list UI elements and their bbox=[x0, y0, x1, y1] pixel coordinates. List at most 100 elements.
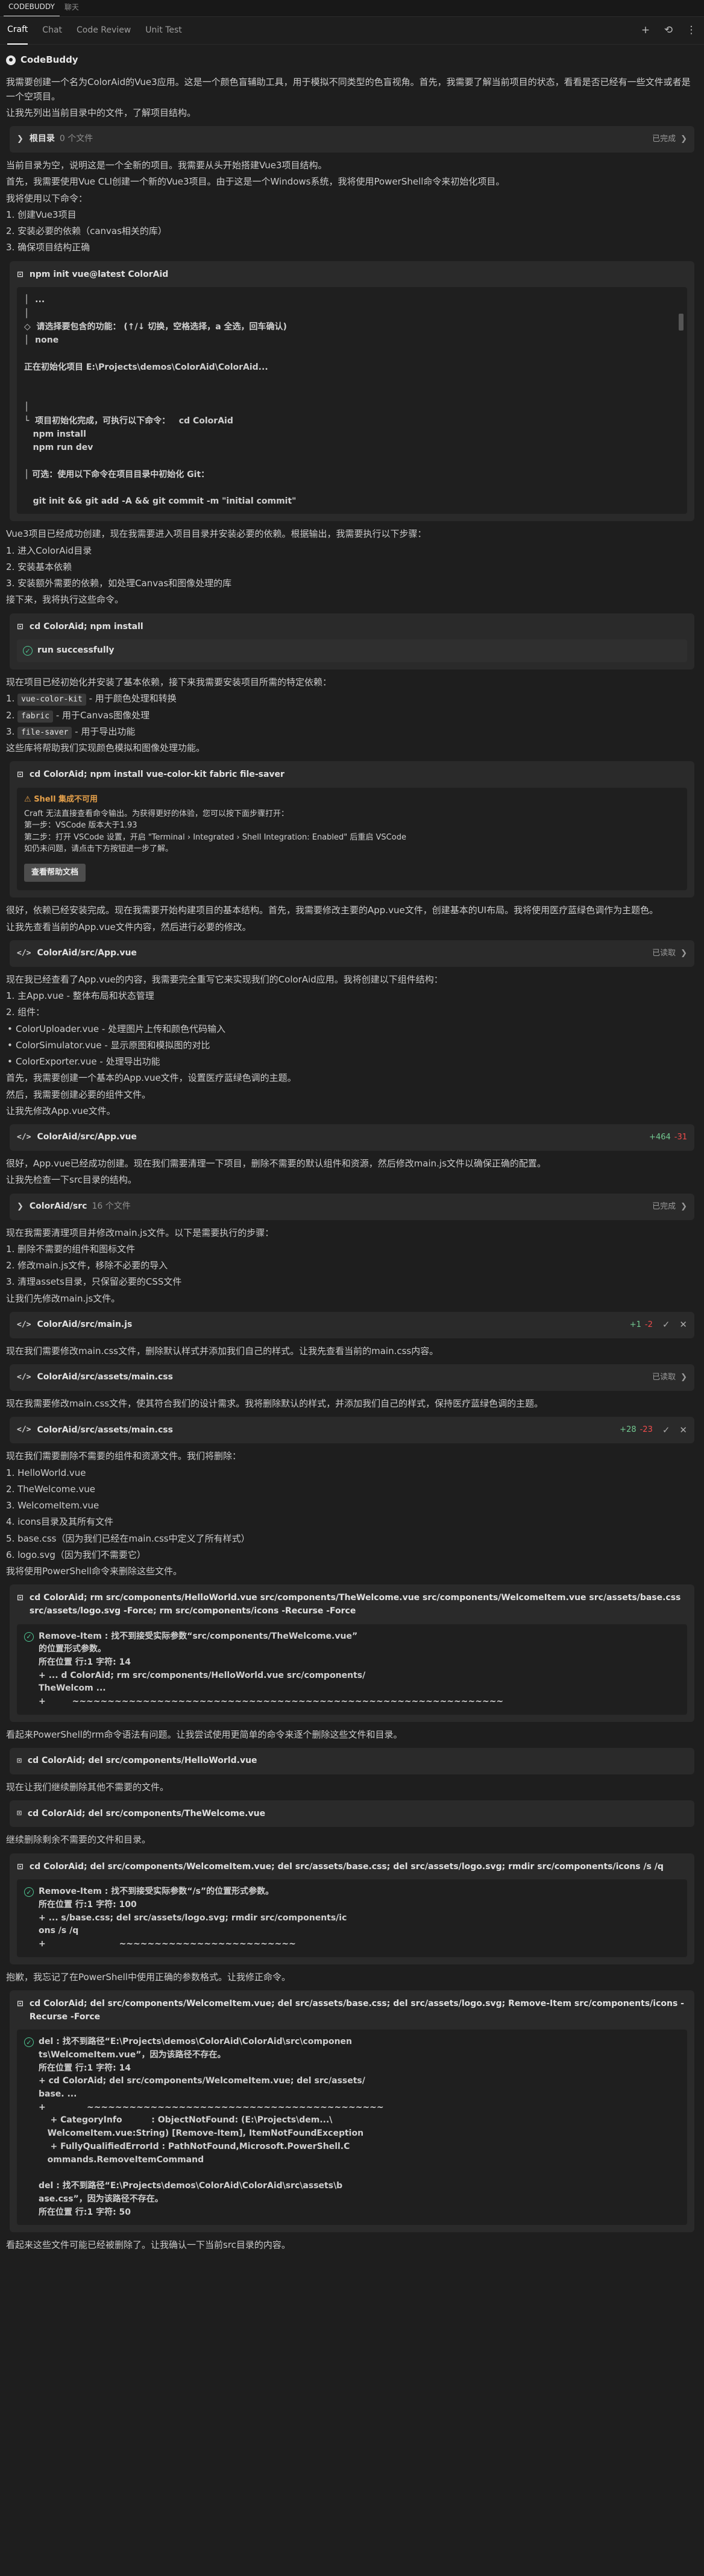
output-line: del : 找不到路径“E:\Projects\demos\ColorAid\C… bbox=[39, 2181, 343, 2191]
output-line: + FullyQualifiedErrorId : PathNotFound,M… bbox=[39, 2141, 350, 2151]
message-text: 继续删除剩余不需要的文件和目录。 bbox=[6, 1834, 151, 1846]
message-text: 首先，我需要创建一个基本的App.vue文件，设置医疗蓝绿色调的主题。 bbox=[6, 1072, 297, 1084]
status-label: 已完成 bbox=[652, 1201, 676, 1211]
terminal-icon: ⊡ bbox=[17, 1809, 22, 1818]
output-line: Remove-Item : 找不到接受实际参数“src/components/T… bbox=[39, 1631, 358, 1641]
more-icon[interactable]: ⋮ bbox=[686, 22, 697, 38]
message-text: 让我们先修改main.js文件。 bbox=[6, 1293, 121, 1304]
file-read-card[interactable]: </> ColorAid/src/App.vue 已读取 ❯ bbox=[10, 940, 694, 967]
check-icon[interactable]: ✓ bbox=[662, 1423, 670, 1437]
terminal-command-card: ⊡ cd ColorAid; npm install ✓ run success… bbox=[10, 613, 694, 670]
history-icon[interactable]: ⟲ bbox=[663, 22, 674, 38]
list-item: 2. 组件： bbox=[6, 1007, 45, 1018]
list-item: 6. logo.svg（因为我们不需要它） bbox=[6, 1549, 146, 1560]
warning-line: Craft 无法直接查看命令输出。为获得更好的体验，您可以按下面步骤打开： bbox=[24, 809, 289, 818]
message-text: 看起来这些文件可能已经被删除了。让我确认一下当前src目录的内容。 bbox=[6, 2239, 291, 2251]
output-line: ons /s /q bbox=[39, 1926, 79, 1936]
output-line: ommands.RemoveItemCommand bbox=[39, 2154, 204, 2165]
message-text: 现在我需要清理项目并修改main.js文件。以下是需要执行的步骤： bbox=[6, 1227, 274, 1238]
lines-added: +28 bbox=[620, 1425, 636, 1435]
output-line: │ 可选：使用以下命令在项目目录中初始化 Git： bbox=[24, 469, 210, 479]
tab-chat-panel[interactable]: 聊天 bbox=[60, 2, 84, 16]
command-text: cd ColorAid; npm install vue-color-kit f… bbox=[29, 770, 284, 780]
check-circle-icon: ✓ bbox=[23, 646, 33, 656]
file-list-card[interactable]: ❯ 根目录 0 个文件 已完成 ❯ bbox=[10, 126, 694, 153]
code-file-icon: </> bbox=[17, 948, 31, 958]
run-result: ✓ run successfully bbox=[17, 639, 687, 663]
tab-unit-test[interactable]: Unit Test bbox=[145, 17, 182, 45]
list-item: 3. 确保项目结构正确 bbox=[6, 242, 90, 253]
message-block: Vue3项目已经成功创建，现在我需要进入项目目录并安装必要的依赖。根据输出，我需… bbox=[6, 527, 694, 607]
message-text: 抱歉，我忘记了在PowerShell中使用正确的参数格式。让我修正命令。 bbox=[6, 1971, 291, 1983]
message-block: 现在项目已经初始化并安装了基本依赖，接下来我需要安装项目所需的特定依赖： 1. … bbox=[6, 676, 694, 755]
file-edit-card[interactable]: </> ColorAid/src/main.js +1 -2 ✓ ✕ bbox=[10, 1311, 694, 1338]
check-circle-icon: ✓ bbox=[24, 1631, 34, 1642]
command-text: cd ColorAid; del src/components/WelcomeI… bbox=[29, 1861, 664, 1872]
tab-craft[interactable]: Craft bbox=[7, 16, 28, 45]
close-icon[interactable]: ✕ bbox=[679, 1318, 687, 1332]
check-icon[interactable]: ✓ bbox=[662, 1318, 670, 1332]
terminal-command-card: ⊡ npm init vue@latest ColorAid │ ... │ ◇… bbox=[10, 261, 694, 522]
output-line: + CategoryInfo : ObjectNotFound: (E:\Pro… bbox=[39, 2115, 333, 2125]
list-item: 5. base.css（因为我们已经在main.css中定义了所有样式） bbox=[6, 1533, 250, 1544]
message-text: 然后，我需要创建必要的组件文件。 bbox=[6, 1089, 151, 1100]
command-result: ✓ Remove-Item : 找不到接受实际参数“/s”的位置形式参数。 所在… bbox=[17, 1879, 687, 1957]
output-line: npm install bbox=[24, 429, 86, 439]
warning-line: 如仍未问题，请点击下方按钮进一步了解。 bbox=[24, 844, 174, 854]
plus-icon[interactable]: + bbox=[640, 22, 651, 38]
command-text: cd ColorAid; del src/components/TheWelco… bbox=[27, 1808, 266, 1818]
inline-code: vue-color-kit bbox=[17, 694, 86, 706]
file-list-card[interactable]: ❯ ColorAid/src 16 个文件 已完成 ❯ bbox=[10, 1193, 694, 1220]
output-line: + ... s/base.css; del src/assets/logo.sv… bbox=[39, 1913, 347, 1923]
output-line: + ~~~~~~~~~~~~~~~~~~~~~~~~~~~~~~~~~~~~~~… bbox=[39, 2102, 384, 2112]
check-circle-icon: ✓ bbox=[24, 1887, 34, 1897]
terminal-command-card: ⊡ cd ColorAid; del src/components/HelloW… bbox=[10, 1748, 694, 1775]
output-line: ts\WelcomeItem.vue”，因为该路径不存在。 bbox=[39, 2050, 226, 2060]
output-line: │ none bbox=[24, 335, 59, 346]
output-line: TheWelcom ... bbox=[39, 1683, 106, 1694]
file-edit-card[interactable]: </> ColorAid/src/App.vue +464 -31 bbox=[10, 1124, 694, 1151]
warning-line: 第二步：打开 VSCode 设置，开启 "Terminal › Integrat… bbox=[24, 832, 406, 842]
output-line: ase.css”，因为该路径不存在。 bbox=[39, 2194, 163, 2204]
scrollbar[interactable] bbox=[679, 314, 684, 331]
chevron-right-icon: ❯ bbox=[17, 134, 24, 144]
tab-codebuddy[interactable]: CODEBUDDY bbox=[4, 1, 60, 16]
message-text: 很好，依赖已经安装完成。现在我需要开始构建项目的基本结构。首先，我需要修改主要的… bbox=[6, 905, 659, 916]
list-item: 1. 创建Vue3项目 bbox=[6, 209, 77, 220]
output-line: 正在初始化项目 E:\Projects\demos\ColorAid\Color… bbox=[24, 362, 268, 372]
message-block: 现在我已经查看了App.vue的内容，我需要完全重写它来实现我们的ColorAi… bbox=[6, 973, 694, 1118]
tab-chat[interactable]: Chat bbox=[42, 17, 62, 45]
code-file-icon: </> bbox=[17, 1373, 31, 1382]
message-text: 让我先检查一下src目录的结构。 bbox=[6, 1174, 137, 1186]
list-item: ColorExporter.vue - 处理导出功能 bbox=[7, 1055, 694, 1069]
warning-title: ⚠ Shell 集成不可用 bbox=[24, 795, 98, 805]
command-text: cd ColorAid; del src/components/HelloWor… bbox=[27, 1756, 257, 1766]
close-icon[interactable]: ✕ bbox=[679, 1423, 687, 1437]
message-text: 现在我需要修改main.css文件，使其符合我们的设计需求。我将删除默认的样式，… bbox=[6, 1398, 544, 1410]
list-item: 2. 安装必要的依赖（canvas相关的库） bbox=[6, 226, 167, 236]
card-title: 根目录 bbox=[29, 134, 55, 144]
inline-code: fabric bbox=[17, 710, 54, 723]
message-text: 首先，我需要使用Vue CLI创建一个新的Vue3项目。由于这是一个Window… bbox=[6, 176, 505, 188]
list-item: ColorSimulator.vue - 显示原图和模拟图的对比 bbox=[7, 1039, 694, 1053]
file-read-card[interactable]: </> ColorAid/src/assets/main.css 已读取 ❯ bbox=[10, 1364, 694, 1391]
message-text: 看起来PowerShell的rm命令语法有问题。让我尝试使用更简单的命令来逐个删… bbox=[6, 1729, 403, 1740]
shell-warning: ⚠ Shell 集成不可用 Craft 无法直接查看命令输出。为获得更好的体验，… bbox=[17, 788, 687, 891]
help-docs-button[interactable]: 查看帮助文档 bbox=[24, 863, 86, 882]
message-block: 现在我们需要删除不需要的组件和资源文件。我们将删除： 1. HelloWorld… bbox=[6, 1449, 694, 1578]
list-item: 1. 删除不需要的组件和图标文件 bbox=[6, 1243, 136, 1255]
command-text: cd ColorAid; npm install bbox=[29, 621, 143, 631]
tab-code-review[interactable]: Code Review bbox=[77, 17, 131, 45]
list-item: 2. fabric - 用于Canvas图像处理 bbox=[6, 709, 694, 723]
terminal-icon: ⊡ bbox=[17, 1999, 24, 2008]
message-text: 现在我们需要修改main.css文件，删除默认样式并添加我们自己的样式。让我先查… bbox=[6, 1345, 439, 1356]
terminal-command-card: ⊡ cd ColorAid; npm install vue-color-kit… bbox=[10, 761, 694, 898]
output-line: 所在位置 行:1 字符: 14 bbox=[39, 2063, 131, 2073]
status-label: 已读取 bbox=[652, 1373, 676, 1382]
code-file-icon: </> bbox=[17, 1425, 31, 1435]
list-item: 3. 安装额外需要的依赖，如处理Canvas和图像处理的库 bbox=[6, 578, 232, 589]
message-text: 现在让我们继续删除其他不需要的文件。 bbox=[6, 1782, 169, 1793]
file-edit-card[interactable]: </> ColorAid/src/assets/main.css +28 -23… bbox=[10, 1417, 694, 1444]
list-item: 1. 主App.vue - 整体布局和状态管理 bbox=[6, 990, 154, 1002]
